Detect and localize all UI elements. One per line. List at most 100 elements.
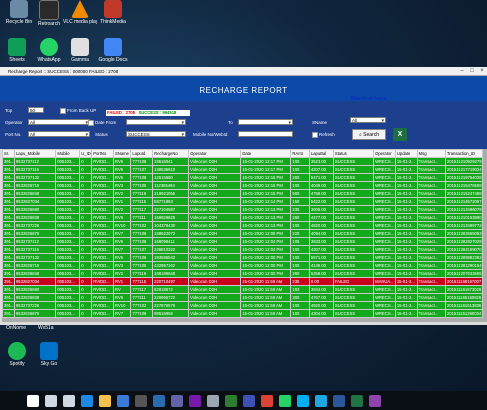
column-header-lapuid[interactable]: LapuId [130, 149, 154, 158]
edge-icon[interactable] [81, 395, 93, 407]
column-header-lapu-mobile[interactable]: Lapu_Mobile [13, 149, 57, 158]
table-row[interactable]: 391... 9532737112 005103... 0 RVIDD... RV6 777… [2, 157, 484, 166]
desktop-icon-spotify[interactable]: Spotify [0, 342, 34, 367]
desktop-icon-thinkmedia[interactable]: ThinkMedia [96, 0, 130, 25]
terminal-icon[interactable] [135, 395, 147, 407]
desktop-icon-google-docs[interactable]: Google Docs [96, 38, 130, 63]
column-header-operator[interactable]: Operator [188, 149, 242, 158]
table-cell: 104378430 [152, 221, 190, 230]
whatsapp-icon[interactable] [279, 395, 291, 407]
teams-icon[interactable] [171, 395, 183, 407]
table-row[interactable]: 391... 9532737116 005103... 0 RVIDD... RV6 777… [2, 165, 484, 174]
table-cell: 0 [79, 301, 93, 310]
column-header-update[interactable]: Update [394, 149, 418, 158]
column-header-status[interactable]: Status [332, 149, 375, 158]
table-cell: Transact... [416, 189, 446, 198]
table-row[interactable]: 391... 9532826710 005103... 0 RVIDD... RV3 777… [2, 181, 484, 190]
table-row[interactable]: 391... 9532826876 005103... 0 RVIDD... RV7 777… [2, 309, 484, 318]
search-button[interactable]: ⌕ Search [352, 129, 386, 140]
table-cell: WRECS... [373, 229, 396, 238]
export-excel-button[interactable]: X [393, 128, 407, 141]
mobile-webid-input[interactable] [238, 131, 293, 137]
minimize-button[interactable]: – [457, 67, 467, 75]
desktop-icon-sky-go[interactable]: Sky Go [32, 342, 66, 367]
operator-select[interactable]: All [28, 119, 90, 125]
close-button[interactable]: × [477, 67, 487, 75]
store-icon[interactable] [117, 395, 129, 407]
table-cell: 0.00 [308, 277, 334, 286]
table-cell: SUCCESS [332, 229, 375, 238]
table-cell: Videocon D2H [188, 293, 242, 302]
maximize-button[interactable]: □ [467, 67, 477, 75]
table-row[interactable]: 391... 9532826680 005103... 0 RVIDD... RV 7771… [2, 285, 484, 294]
windows-start-icon[interactable] [27, 395, 39, 407]
table-row[interactable]: 391... 9532737226 005103... 0 RVIDD... RV10 77… [2, 221, 484, 230]
table-row[interactable]: 391... 9532737226 005103... 0 RVIDD... RV10 77… [2, 301, 484, 310]
desktop-icon-vlc[interactable]: VLC media player [63, 0, 97, 25]
table-row[interactable]: 391... 9532737116 005103... 0 RVIDD... RV7 777… [2, 245, 484, 254]
column-header-mobile[interactable]: Mobile [55, 149, 81, 158]
table-cell: 4049.00 [308, 181, 334, 190]
portno-select[interactable]: All [28, 131, 90, 137]
settings-icon[interactable] [207, 395, 219, 407]
sname-select[interactable]: All [350, 117, 386, 123]
table-row[interactable]: 391... 9532737112 005103... 0 RVIDD... RV6 777… [2, 237, 484, 246]
status-select[interactable]: SUCCESS [126, 131, 186, 137]
shield-icon[interactable] [243, 395, 255, 407]
table-row[interactable]: 391... 9532737132 005103... 0 RVIDD... RV5 777… [2, 173, 484, 182]
desktop-icon-whatsapp[interactable]: WhatsApp [32, 38, 66, 63]
ie-icon[interactable] [315, 395, 327, 407]
column-header-portno[interactable]: PortNo [91, 149, 114, 158]
table-row[interactable]: 391... 9532737132 005103... 0 RVIDD... RV5 777… [2, 253, 484, 262]
table-cell: Transact... [416, 205, 446, 214]
refresh-checkbox[interactable] [312, 132, 318, 138]
table-row[interactable]: 391... 9532826939 005103... 0 RVIDD... RV9 777… [2, 213, 484, 222]
table-row[interactable]: 391... 9532827034 005103... 0 RVIDD... RV1 777… [2, 197, 484, 206]
table-cell: Videocon D2H [188, 269, 242, 278]
table-row[interactable]: 391... 9532826680 005103... 0 RVIDD... RV2 777… [2, 205, 484, 214]
date-from-checkbox[interactable] [88, 120, 94, 126]
from-back-up-checkbox[interactable] [60, 108, 66, 114]
date-to-picker[interactable] [238, 119, 293, 125]
table-cell: WRECS... [373, 173, 396, 182]
column-header-transaction-id[interactable]: Transaction_ID [444, 149, 484, 158]
onenote-icon[interactable] [189, 395, 201, 407]
file-explorer-icon[interactable] [99, 395, 111, 407]
column-header-sr[interactable]: Sr. [2, 149, 15, 158]
skype-icon[interactable] [297, 395, 309, 407]
excel-icon[interactable] [351, 395, 363, 407]
column-header-ramt[interactable]: RAmt [290, 149, 310, 158]
table-row[interactable]: 391... 9532826876 005103... 0 RVIDD... RV7 777… [2, 229, 484, 238]
date-from-picker[interactable] [126, 119, 186, 125]
notes-icon[interactable] [225, 395, 237, 407]
mail-icon[interactable] [153, 395, 165, 407]
column-header-lapubal[interactable]: LapuBal [308, 149, 334, 158]
table-row[interactable]: 391... 9532826710 005103... 0 RVIDD... RV3 777… [2, 261, 484, 270]
top-count-input[interactable]: 50 [28, 107, 44, 113]
desktop-icon-recycle-bin[interactable]: Recycle Bin [2, 0, 36, 25]
app-icon[interactable] [369, 395, 381, 407]
table-row[interactable]: 391... 9532826939 005103... 0 RVIDD... RV9 777… [2, 293, 484, 302]
column-header-rechargeno[interactable]: RechargeNo [152, 149, 190, 158]
column-header-sname[interactable]: SName [112, 149, 132, 158]
column-header-operator-2[interactable]: Operator [373, 149, 396, 158]
table-row[interactable]: 391... 9532826846 005103... 0 RVIDD... RV2 777… [2, 269, 484, 278]
table-cell: 236810322 [152, 245, 190, 254]
google-docs-icon [104, 38, 122, 56]
desktop-icon-gamma[interactable]: Gamma [63, 38, 97, 63]
desktop-icon-retroarch[interactable]: Retroarch [32, 0, 66, 27]
table-row[interactable]: 391... 9532826846 005103... 0 RVIDD... RV2 777… [2, 189, 484, 198]
desktop-icon-sheets[interactable]: Sheets [0, 38, 34, 63]
column-header-msg[interactable]: Msg [416, 149, 446, 158]
search-icon[interactable] [45, 395, 57, 407]
column-header-date[interactable]: Date [240, 149, 292, 158]
task-view-icon[interactable] [63, 395, 75, 407]
table-row[interactable]: 391... 9532827034 005103... 0 RVIDD... RV1 777… [2, 277, 484, 286]
chrome-icon[interactable] [261, 395, 273, 407]
word-icon[interactable] [333, 395, 345, 407]
table-cell: 138536610 [152, 165, 190, 174]
table-cell: 201511210929279 [444, 157, 484, 166]
table-cell: 15-01-2020 12:17 PM [240, 157, 292, 166]
column-header-uid[interactable]: U_ID [79, 149, 93, 158]
table-cell: 777115 [130, 277, 154, 286]
